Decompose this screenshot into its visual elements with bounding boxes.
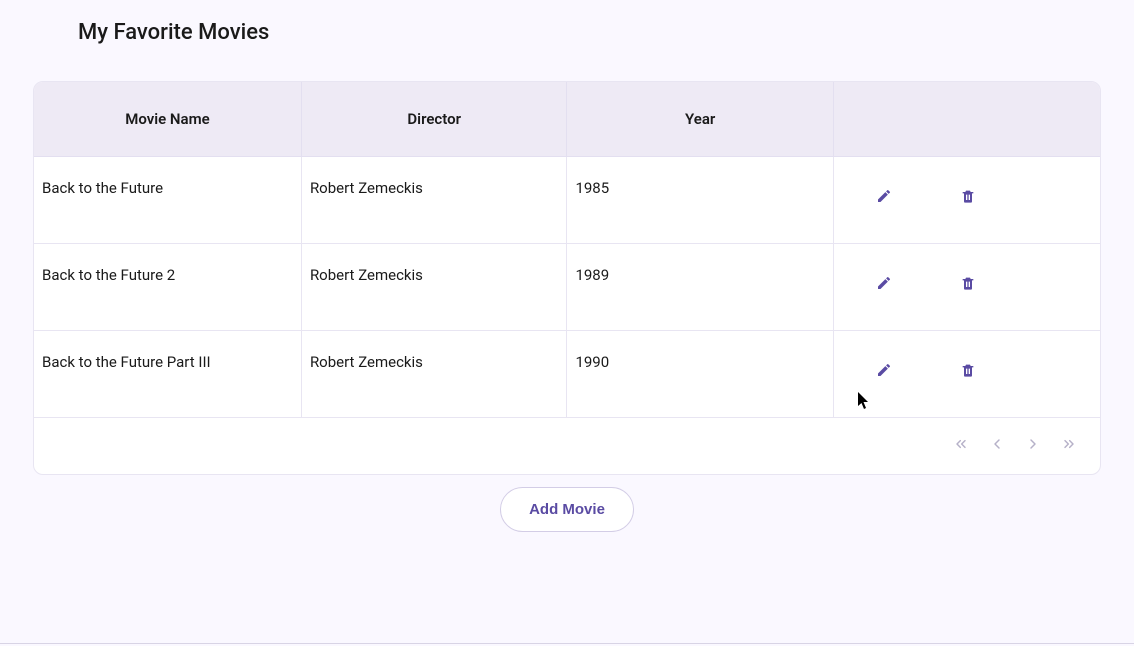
delete-button[interactable]: [950, 266, 986, 302]
col-header-director: Director: [301, 82, 567, 157]
col-header-name: Movie Name: [34, 82, 301, 157]
table-row: Back to the Future 2Robert Zemeckis1989: [34, 244, 1100, 331]
edit-button[interactable]: [866, 179, 902, 215]
cell-year: 1990: [567, 331, 833, 418]
cell-movie-name: Back to the Future: [34, 157, 301, 244]
cell-actions: [833, 244, 1100, 331]
cell-movie-name: Back to the Future 2: [34, 244, 301, 331]
last-page-button[interactable]: [1058, 434, 1080, 456]
cell-year: 1985: [567, 157, 833, 244]
cell-director: Robert Zemeckis: [301, 244, 567, 331]
first-page-button[interactable]: [950, 434, 972, 456]
movies-table: Movie Name Director Year Back to the Fut…: [33, 81, 1101, 475]
col-header-actions: [833, 82, 1100, 157]
cell-movie-name: Back to the Future Part III: [34, 331, 301, 418]
trash-icon: [960, 275, 976, 294]
table-row: Back to the Future Part IIIRobert Zemeck…: [34, 331, 1100, 418]
chevron-double-left-icon: [953, 436, 969, 455]
pencil-icon: [876, 275, 892, 294]
cell-actions: [833, 157, 1100, 244]
chevron-double-right-icon: [1061, 436, 1077, 455]
pencil-icon: [876, 362, 892, 381]
cell-director: Robert Zemeckis: [301, 157, 567, 244]
pencil-icon: [876, 188, 892, 207]
cell-director: Robert Zemeckis: [301, 331, 567, 418]
delete-button[interactable]: [950, 353, 986, 389]
add-movie-button[interactable]: Add Movie: [500, 487, 634, 532]
cell-actions: [833, 331, 1100, 418]
chevron-right-icon: [1025, 436, 1041, 455]
edit-button[interactable]: [866, 353, 902, 389]
chevron-left-icon: [989, 436, 1005, 455]
next-page-button[interactable]: [1022, 434, 1044, 456]
table-header-row: Movie Name Director Year: [34, 82, 1100, 157]
col-header-year: Year: [567, 82, 833, 157]
table-row: Back to the FutureRobert Zemeckis1985: [34, 157, 1100, 244]
divider: [0, 643, 1134, 644]
edit-button[interactable]: [866, 266, 902, 302]
trash-icon: [960, 188, 976, 207]
cell-year: 1989: [567, 244, 833, 331]
trash-icon: [960, 362, 976, 381]
delete-button[interactable]: [950, 179, 986, 215]
page-title: My Favorite Movies: [0, 0, 1134, 45]
prev-page-button[interactable]: [986, 434, 1008, 456]
pagination: [34, 418, 1100, 474]
